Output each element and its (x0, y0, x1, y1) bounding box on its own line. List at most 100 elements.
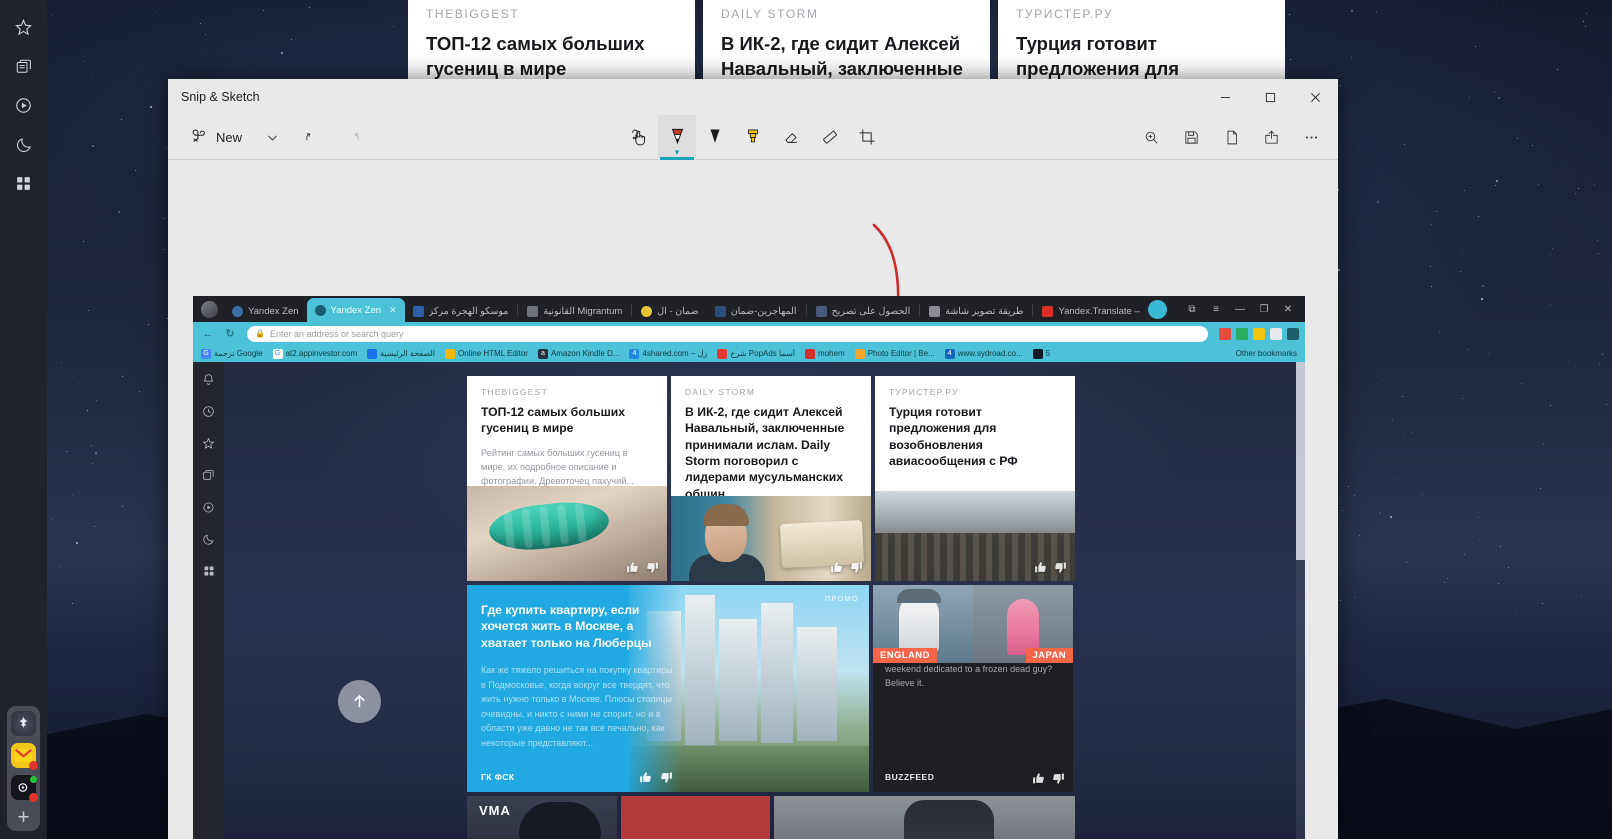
card-reactions[interactable] (626, 561, 659, 574)
touch-writing-icon[interactable] (620, 115, 658, 160)
share-icon[interactable] (1252, 121, 1290, 154)
tab-yandex-zen-1[interactable]: Yandex Zen (224, 300, 307, 322)
bookmark-item[interactable]: 4 www.sydroad.co... (941, 348, 1027, 359)
chevron-down-icon[interactable]: ▾ (675, 147, 680, 157)
copilot-icon[interactable] (11, 711, 36, 736)
history-clock-icon[interactable] (197, 399, 221, 423)
bookmark-item[interactable]: a Amazon Kindle D... (534, 348, 623, 359)
bookmark-item[interactable]: 5 (1029, 348, 1054, 359)
browser-close-icon[interactable]: ✕ (1277, 301, 1299, 317)
zoom-icon[interactable] (1132, 121, 1170, 154)
extension-icon-2[interactable] (1236, 327, 1248, 340)
background-card[interactable]: THEBIGGEST ТОП-12 самых больших гусениц … (408, 0, 695, 80)
feed-card-dailystorm[interactable]: DAILY STORM В ИК-2, где сидит Алексей На… (671, 376, 871, 581)
add-icon[interactable]: + (17, 807, 29, 829)
more-options-icon[interactable] (1292, 121, 1330, 154)
bookmark-item[interactable]: G ترجمة Google (197, 348, 267, 359)
bookmark-item[interactable]: Online HTML Editor (441, 348, 532, 359)
extension-icon-1[interactable] (1219, 327, 1231, 340)
card-reactions[interactable] (1034, 561, 1067, 574)
feed-card-promo-fsk[interactable]: ПРОМО Где купить квартиру, если хочется … (467, 585, 869, 792)
new-snip-button[interactable]: New (181, 121, 251, 154)
favorites-star-icon[interactable] (0, 8, 47, 47)
save-icon[interactable] (1172, 121, 1210, 154)
redo-button[interactable] (333, 121, 371, 154)
extension-icon-4[interactable] (1270, 327, 1282, 340)
media-player-icon[interactable] (197, 495, 221, 519)
undo-button[interactable] (293, 121, 331, 154)
ballpoint-pen-icon[interactable]: ▾ (658, 114, 696, 160)
feed-card-turister[interactable]: ТУРИСТЕР.РУ Турция готовит предложения д… (875, 376, 1075, 581)
collections-icon[interactable] (0, 47, 47, 86)
browser-restore-icon[interactable]: ❐ (1253, 301, 1275, 317)
favorites-star-icon[interactable] (197, 431, 221, 455)
feed-card-buzzfeed[interactable]: ENGLAND JAPAN 15 O (873, 585, 1073, 792)
promo-reactions[interactable] (639, 771, 673, 784)
snip-canvas[interactable]: Yandex Zen Yandex Zen ✕ موسكو الهجرة مرك… (168, 160, 1338, 839)
tag-england: ENGLAND (873, 648, 937, 663)
close-button[interactable] (1293, 79, 1338, 115)
bookmark-item[interactable]: شرح PopAds أسما (713, 348, 799, 359)
browser-menu-icon[interactable]: ≡ (1205, 301, 1227, 317)
thumbs-up-icon (831, 562, 842, 573)
tab-moscow-migration[interactable]: موسكو الهجرة مركز (405, 300, 517, 322)
background-card[interactable]: DAILY STORM В ИК-2, где сидит Алексей На… (703, 0, 990, 80)
tab-migrants-daman[interactable]: المهاجرين-ضمان (707, 300, 805, 322)
ruler-icon[interactable] (810, 115, 848, 160)
apps-grid-icon[interactable] (197, 559, 221, 583)
media-player-icon[interactable] (0, 86, 47, 125)
captured-screenshot[interactable]: Yandex Zen Yandex Zen ✕ موسكو الهجرة مرك… (193, 296, 1305, 839)
feed-card-vma[interactable]: VMA Nicki Minaj (467, 796, 617, 839)
close-tab-icon[interactable]: ✕ (389, 305, 397, 316)
copy-icon[interactable] (1212, 121, 1250, 154)
dark-mode-moon-icon[interactable] (197, 527, 221, 551)
tab-yandex-zen-2[interactable]: Yandex Zen ✕ (306, 298, 405, 322)
bookmark-item[interactable]: Gat2.appinvestor.com (269, 348, 362, 359)
feed-row-2: ПРОМО Где купить квартиру, если хочется … (467, 585, 1075, 792)
card-reactions[interactable] (1032, 772, 1065, 785)
tab-migrantum[interactable]: القانونية Migrantum (519, 300, 630, 322)
highlighter-icon[interactable] (734, 115, 772, 160)
camera-icon[interactable] (11, 775, 38, 802)
bookmark-item[interactable]: mohem (801, 348, 849, 359)
address-input[interactable]: 🔒 Enter an address or search query (247, 325, 1208, 342)
buzzfeed-image-strip: ENGLAND JAPAN (873, 585, 1073, 663)
avatar[interactable] (201, 301, 218, 318)
extension-icon-3[interactable] (1253, 327, 1265, 340)
scrollbar-thumb[interactable] (1296, 362, 1305, 560)
browser-minimize-icon[interactable]: — (1229, 301, 1251, 317)
feed-card-thebiggest[interactable]: THEBIGGEST ТОП-12 самых больших гусениц … (467, 376, 667, 581)
apps-grid-icon[interactable] (0, 164, 47, 203)
notifications-bell-icon[interactable] (197, 367, 221, 391)
bookmark-item[interactable]: 4 4shared.com – زل (625, 348, 711, 359)
collections-icon[interactable] (197, 463, 221, 487)
reload-button[interactable]: ↻ (221, 325, 239, 343)
minimize-button[interactable] (1203, 79, 1248, 115)
page-scrollbar[interactable] (1296, 362, 1305, 839)
tab-yandex-translate[interactable]: Yandex.Translate – (1034, 300, 1147, 322)
other-bookmarks-item[interactable]: Other bookmarks (1232, 349, 1301, 358)
download-icon[interactable] (1287, 327, 1299, 340)
crop-icon[interactable] (848, 115, 886, 160)
profile-avatar-icon[interactable] (1147, 300, 1167, 319)
scroll-to-top-button[interactable] (338, 680, 381, 723)
tab-permit[interactable]: الحصول على تصريح (808, 300, 919, 322)
tab-divider (517, 304, 519, 316)
dark-mode-moon-icon[interactable] (0, 125, 47, 164)
snip-title-bar[interactable]: Snip & Sketch (168, 79, 1338, 115)
new-snip-dropdown[interactable] (253, 121, 291, 154)
feed-card-red[interactable] (620, 796, 771, 839)
eraser-icon[interactable] (772, 115, 810, 160)
bookmark-item[interactable]: الصفحة الرئيسية (363, 348, 439, 359)
pencil-icon[interactable] (696, 115, 734, 160)
tab-daman-1[interactable]: ضمان - ال (633, 300, 706, 322)
background-card[interactable]: ТУРИСТЕР.РУ Турция готовит предложения д… (998, 0, 1285, 80)
maximize-button[interactable] (1248, 79, 1293, 115)
mail-icon[interactable] (11, 743, 38, 770)
feed-card-kitchen[interactable] (774, 796, 1075, 839)
back-button[interactable]: ← (199, 325, 217, 343)
bookmark-item[interactable]: Photo Editor | Be... (851, 348, 939, 359)
tab-screenshot-howto[interactable]: طريقة تصوير شاشة (921, 300, 1031, 322)
split-screen-icon[interactable]: ⧉ (1181, 301, 1203, 317)
card-reactions[interactable] (830, 561, 863, 574)
